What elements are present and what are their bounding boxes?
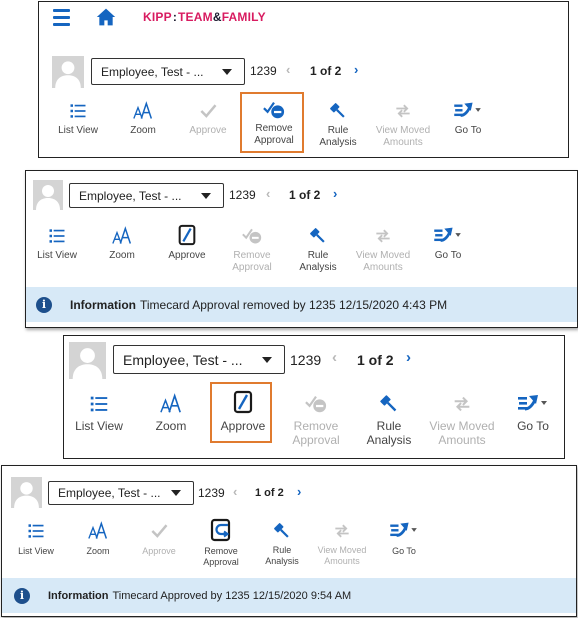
transfer-icon [451, 393, 473, 415]
zoom-icon [87, 521, 109, 541]
page-indicator: 1 of 2 [255, 487, 284, 499]
transfer-icon [373, 226, 393, 246]
view-moved-amounts-button[interactable]: View Moved Amounts [424, 393, 500, 447]
zoom-icon [131, 101, 155, 121]
prev-page-icon[interactable]: ‹ [266, 186, 270, 201]
rule-analysis-button[interactable]: Rule Analysis [292, 226, 344, 274]
chevron-down-icon [201, 192, 211, 199]
gavel-icon [272, 521, 292, 541]
list-view-button[interactable]: List View [11, 521, 61, 557]
home-icon[interactable] [95, 7, 117, 27]
info-message-bar: i Information Timecard Approved by 1235 1… [2, 578, 576, 613]
approve-icon [176, 224, 198, 246]
go-to-button[interactable]: Go To [444, 99, 492, 137]
zoom-button[interactable]: Zoom [97, 226, 147, 262]
avatar [33, 180, 63, 210]
timecard-panel-approval-removed: Employee, Test - ... 1239 ‹ 1 of 2 › Lis… [25, 170, 578, 328]
info-message-text: Timecard Approval removed by 1235 12/15/… [140, 297, 448, 312]
remove-approval-icon [242, 226, 262, 246]
employee-select[interactable]: Employee, Test - ... [69, 183, 224, 208]
view-moved-amounts-button[interactable]: View Moved Amounts [371, 101, 435, 149]
page-indicator: 1 of 2 [357, 352, 394, 368]
zoom-button[interactable]: Zoom [143, 393, 199, 433]
transfer-icon [393, 101, 413, 121]
timecard-panel-approved: Employee, Test - ... 1239 ‹ 1 of 2 › Lis… [1, 465, 577, 617]
approve-button[interactable]: Approve [183, 101, 233, 137]
employee-id: 1239 [250, 64, 277, 78]
remove-approval-icon [305, 393, 327, 415]
page-indicator: 1 of 2 [310, 64, 342, 78]
highlight-approve [210, 382, 272, 443]
remove-approval-button[interactable]: Remove Approval [194, 518, 248, 568]
go-to-icon [388, 519, 420, 541]
gavel-icon [328, 101, 348, 121]
rule-analysis-button[interactable]: Rule Analysis [360, 393, 418, 447]
prev-page-icon[interactable]: ‹ [332, 349, 337, 366]
list-view-button[interactable]: List View [32, 226, 82, 262]
gavel-icon [308, 226, 328, 246]
next-page-icon[interactable]: › [406, 349, 411, 366]
remove-approval-button[interactable]: Remove Approval [223, 226, 281, 274]
employee-select[interactable]: Employee, Test - ... [91, 58, 245, 85]
info-icon: i [36, 296, 52, 313]
list-icon [88, 393, 110, 415]
go-to-icon [431, 224, 465, 246]
highlight-remove-approval [240, 92, 304, 153]
list-icon [26, 521, 46, 541]
approve-button[interactable]: Approve [162, 224, 212, 262]
rule-analysis-button[interactable]: Rule Analysis [257, 521, 307, 567]
go-to-button[interactable]: Go To [382, 519, 426, 557]
employee-select[interactable]: Employee, Test - ... [48, 481, 194, 505]
info-message-bar: i Information Timecard Approval removed b… [26, 287, 577, 322]
rule-analysis-button[interactable]: Rule Analysis [312, 101, 364, 149]
view-moved-amounts-button[interactable]: View Moved Amounts [351, 226, 415, 274]
info-icon: i [14, 587, 30, 604]
brand-logo: KIPP:TEAM&FAMILY [143, 10, 266, 24]
list-icon [68, 101, 88, 121]
prev-page-icon[interactable]: ‹ [233, 484, 237, 499]
avatar [52, 56, 84, 88]
next-page-icon[interactable]: › [297, 484, 301, 499]
zoom-button[interactable]: Zoom [118, 101, 168, 137]
employee-id: 1239 [229, 188, 256, 202]
chevron-down-icon [222, 68, 232, 75]
go-to-icon [514, 391, 552, 415]
chevron-down-icon [171, 490, 181, 496]
check-icon [198, 101, 218, 121]
next-page-icon[interactable]: › [354, 62, 358, 77]
check-icon [149, 521, 169, 541]
employee-select[interactable]: Employee, Test - ... [113, 345, 285, 374]
avatar [69, 342, 106, 379]
list-view-button[interactable]: List View [69, 393, 129, 433]
prev-page-icon[interactable]: ‹ [286, 62, 290, 77]
go-to-button[interactable]: Go To [507, 391, 559, 433]
approve-button[interactable]: Approve [135, 521, 183, 557]
remove-approval-button[interactable]: Remove Approval [286, 393, 346, 447]
view-moved-amounts-button[interactable]: View Moved Amounts [312, 521, 372, 567]
chevron-down-icon [262, 356, 272, 363]
timecard-panel-approve: Employee, Test - ... 1239 ‹ 1 of 2 › Lis… [63, 335, 565, 459]
menu-icon[interactable] [53, 9, 70, 26]
go-to-icon [451, 99, 485, 121]
gavel-icon [378, 393, 400, 415]
page-indicator: 1 of 2 [289, 188, 321, 202]
avatar [11, 477, 42, 508]
zoom-icon [158, 393, 184, 415]
next-page-icon[interactable]: › [333, 186, 337, 201]
zoom-icon [110, 226, 134, 246]
list-icon [47, 226, 67, 246]
employee-id: 1239 [290, 352, 322, 368]
list-view-button[interactable]: List View [53, 101, 103, 137]
zoom-button[interactable]: Zoom [74, 521, 122, 557]
approved-timecard-icon [209, 518, 233, 542]
timecard-panel-remove-approval: KIPP:TEAM&FAMILY Employee, Test - ... 12… [38, 1, 569, 158]
transfer-icon [332, 521, 352, 541]
info-message-text: Timecard Approved by 1235 12/15/2020 9:5… [112, 589, 352, 602]
go-to-button[interactable]: Go To [424, 224, 472, 262]
employee-id: 1239 [198, 486, 225, 500]
